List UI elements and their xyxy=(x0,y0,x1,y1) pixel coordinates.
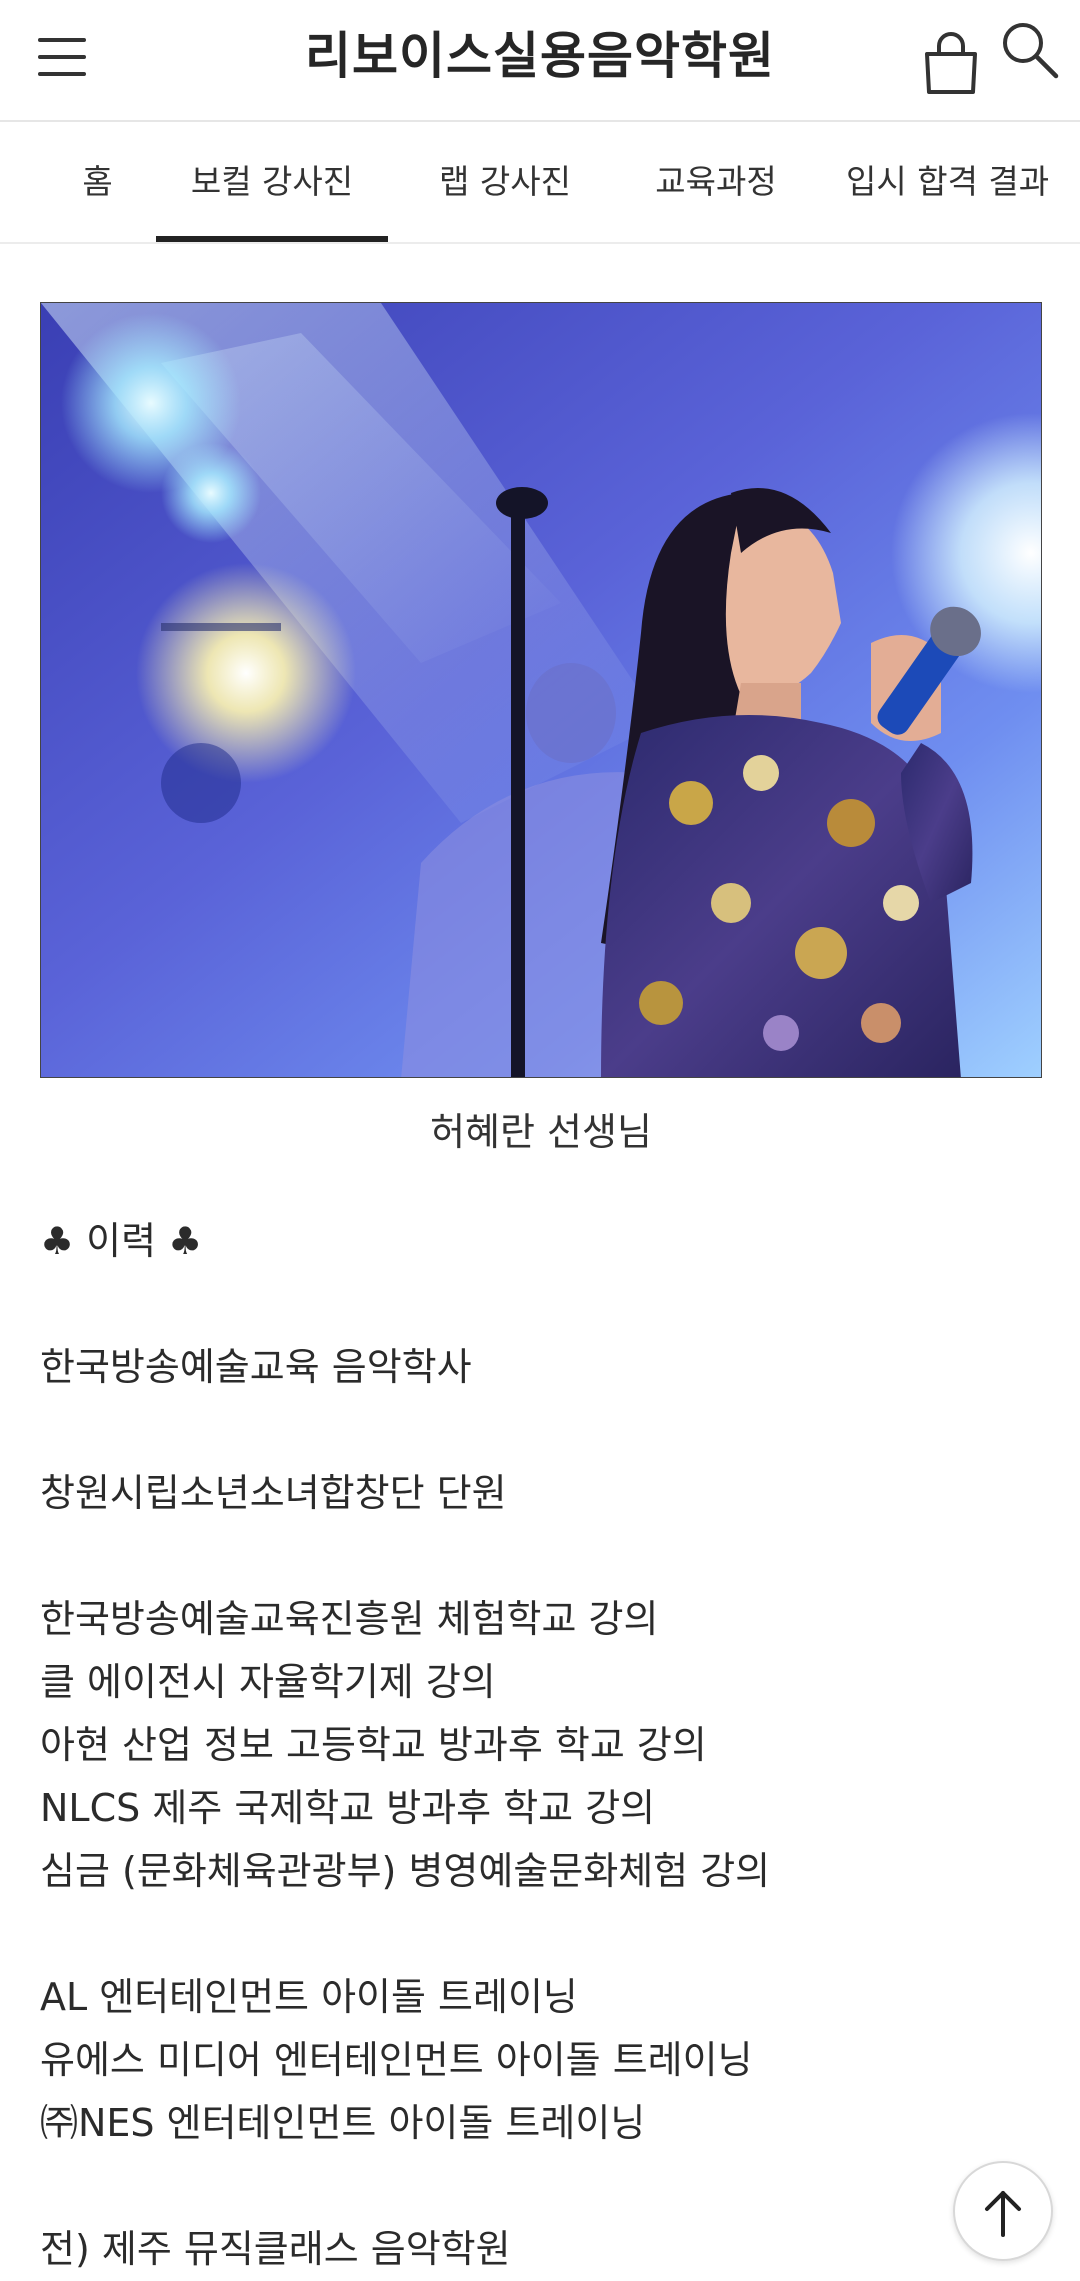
tab-curriculum[interactable]: 교육과정 xyxy=(636,122,796,242)
bio-training-item: 유에스 미디어 엔터테인먼트 아이돌 트레이닝 xyxy=(40,2038,753,2082)
tab-vocal-instructors[interactable]: 보컬 강사진 xyxy=(156,122,388,242)
bio-choir: 창원시립소년소녀합창단 단원 xyxy=(40,1471,507,1515)
tab-label: 랩 강사진 xyxy=(439,162,571,201)
tab-label: 교육과정 xyxy=(655,162,777,201)
tab-rap-instructors[interactable]: 랩 강사진 xyxy=(420,122,590,242)
shopping-bag-icon[interactable] xyxy=(920,30,982,96)
tab-label: 입시 합격 결과 xyxy=(846,162,1050,201)
top-header: 리보이스실용음악학원 xyxy=(0,0,1080,122)
category-tabs: 홈 보컬 강사진 랩 강사진 교육과정 입시 합격 결과 xyxy=(0,122,1080,244)
tab-admission-results[interactable]: 입시 합격 결과 xyxy=(846,122,1080,242)
bio-heading: ♣ 이력 ♣ xyxy=(40,1219,203,1263)
scroll-top-button[interactable] xyxy=(953,2161,1053,2261)
bio-lecture-item: 심금 (문화체육관광부) 병영예술문화체험 강의 xyxy=(40,1849,771,1893)
tab-label: 홈 xyxy=(82,162,113,201)
bio-training-item: AL 엔터테인먼트 아이돌 트레이닝 xyxy=(40,1975,578,2019)
bio-former: 전) 제주 뮤직클래스 음악학원 xyxy=(40,2227,511,2271)
arrow-up-icon xyxy=(985,2191,1021,2237)
instructor-bio: ♣ 이력 ♣ 한국방송예술교육 음악학사 창원시립소년소녀합창단 단원 한국방송… xyxy=(40,1210,1040,2281)
bio-lecture-item: 클 에이전시 자율학기제 강의 xyxy=(40,1660,496,1704)
instructor-name: 허혜란 선생님 xyxy=(430,1110,652,1154)
bio-training-item: ㈜NES 엔터테인먼트 아이돌 트레이닝 xyxy=(40,2101,646,2145)
tab-label: 보컬 강사진 xyxy=(190,162,354,201)
bio-lecture-item: NLCS 제주 국제학교 방과후 학교 강의 xyxy=(40,1786,656,1830)
tab-home[interactable]: 홈 xyxy=(50,122,145,242)
instructor-photo xyxy=(40,302,1042,1078)
bio-lecture-item: 아현 산업 정보 고등학교 방과후 학교 강의 xyxy=(40,1723,707,1767)
search-icon[interactable] xyxy=(998,18,1062,82)
site-title[interactable]: 리보이스실용음악학원 xyxy=(240,22,840,90)
bio-lecture-item: 한국방송예술교육진흥원 체험학교 강의 xyxy=(40,1597,659,1641)
hamburger-menu-icon[interactable] xyxy=(38,34,88,82)
bio-education: 한국방송예술교육 음악학사 xyxy=(40,1345,472,1389)
